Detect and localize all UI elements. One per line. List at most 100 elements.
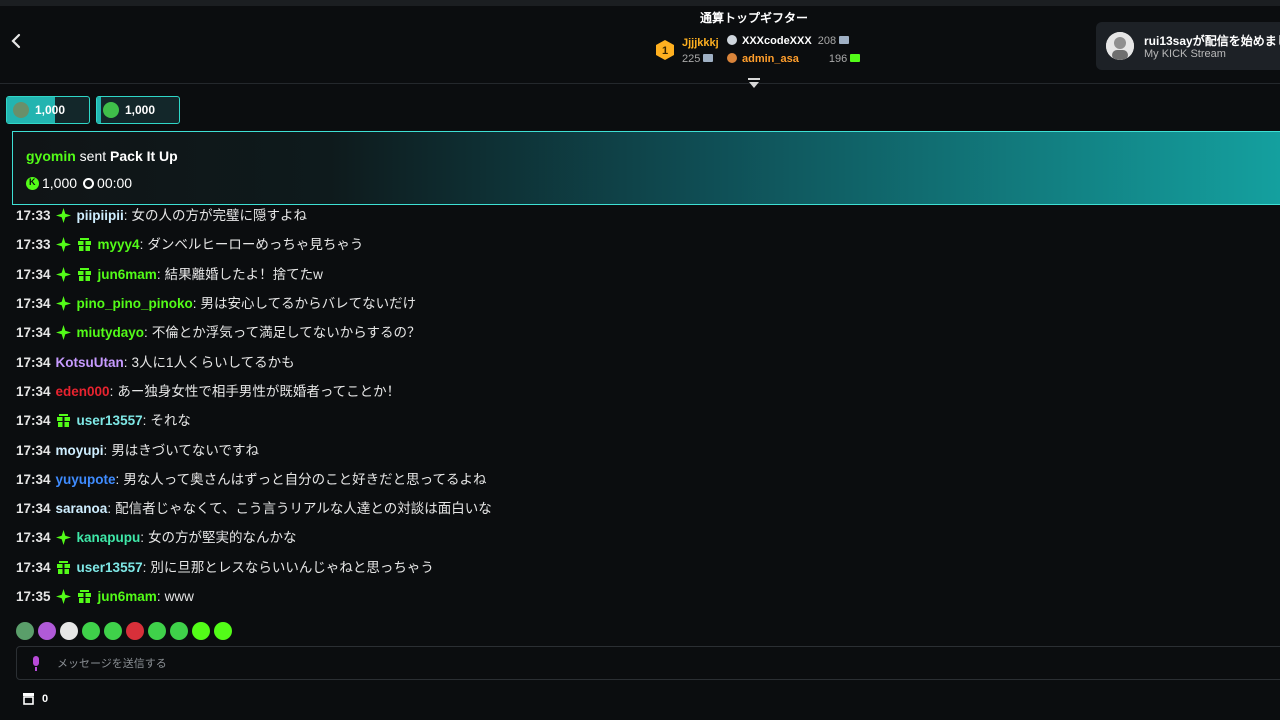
chat-username[interactable]: saranoa [56,494,108,523]
message-text: 男な人って奥さんはずっと自分のこと好きだと思ってるよね [123,471,487,487]
message-text: 不倫とか浮気って満足してないからするの？ [151,325,421,341]
chat-username[interactable]: yuyupote [56,465,116,494]
message-text: 女の人の方が完璧に隠すよね [131,208,308,224]
emote-7-icon[interactable] [148,622,166,640]
gifter-name: admin_asa [742,53,799,65]
gift-sub-badge-icon [77,267,91,281]
gift-avatar-icon [103,102,119,118]
notification-subtitle: My KICK Stream [1144,48,1226,60]
sparkle-badge-icon [55,589,71,604]
username-separator: : [156,266,161,282]
top-gifter-count-value: 225 [682,53,701,65]
gifter-count: 196 [828,53,848,65]
top-gifter-count: 225 [682,53,714,65]
clock-icon [83,177,95,189]
gift-banner-meta: 1,000 00:00 [26,175,132,191]
username-separator: : [107,501,112,517]
chat-username[interactable]: moyupi [56,436,104,465]
chat-message: 17:34 KotsuUtan:3人に1人くらいしてるかも [16,347,1256,376]
message-timestamp: 17:33 [16,237,51,253]
gift-avatar-icon [13,102,29,118]
emote-1-icon[interactable] [16,622,34,640]
chat-username[interactable]: piipiipii [77,201,124,230]
chat-username[interactable]: user13557 [77,406,143,435]
message-timestamp: 17:34 [16,442,51,458]
stream-start-notification[interactable]: rui13sayが配信を始めました My KICK Stream [1096,22,1280,70]
gift-icon [839,36,850,44]
chat-message: 17:34 moyupi: 男はきづいてないですね [16,435,1256,464]
username-separator: : [139,237,144,253]
chat-username[interactable]: eden000 [56,377,110,406]
chat-username[interactable]: KotsuUtan [56,348,124,377]
message-timestamp: 17:34 [16,325,51,341]
gift-sub-badge-icon [56,560,70,574]
top-gifters-title: 通算トップギフター [699,11,808,25]
message-timestamp: 17:34 [16,501,51,517]
top-gifter-name: Jjjjkkkj [682,37,719,49]
username-separator: : [103,442,108,458]
chat-username[interactable]: miutydayo [77,318,145,347]
sparkle-badge-icon [55,325,71,341]
gifter-row-2[interactable]: XXXcodeXXX 208 [727,35,850,51]
username-separator: : [142,559,147,575]
gift-sub-badge-icon [56,414,70,428]
tab-progress [97,97,101,123]
gift-sub-badge-icon [77,238,91,252]
message-timestamp: 17:34 [16,354,51,370]
chat-message: 17:33 piipiipii: 女の人の方が完璧に隠すよね [16,201,1256,230]
chat-message: 17:35 jun6mam: www [16,582,1256,611]
sparkle-badge-icon [55,237,71,253]
emote-3-icon[interactable] [60,622,78,640]
chat-username[interactable]: pino_pino_pinoko [77,289,193,318]
gift-banner-message: gyomin sent Pack It Up [26,148,178,164]
tab-value: 1,000 [125,103,156,117]
chat-message: 17:34 eden000: あー独身女性で相手男性が既婚者ってことか！ [16,377,1256,406]
chat-username[interactable]: myyy4 [98,230,140,259]
expand-down-icon[interactable] [747,77,761,89]
top-gifter-rank: 1 [662,45,668,57]
message-input[interactable] [55,647,1259,681]
bronze-medal-icon [727,53,737,63]
emote-6-icon[interactable] [126,622,144,640]
gift-sender[interactable]: gyomin [26,148,76,164]
emote-8-icon[interactable] [170,622,188,640]
chat-username[interactable]: jun6mam [98,260,157,289]
message-text: 別に旦那とレスならいいんじゃねと思っちゃう [150,559,434,575]
pinned-gift-tab-1[interactable]: 1,000 [6,96,90,124]
gifter-row-3[interactable]: admin_asa 196 [727,53,861,69]
message-text: 男は安心してるからバレてないだけ [200,296,417,312]
emote-9-icon[interactable] [192,622,210,640]
emote-5-icon[interactable] [104,622,122,640]
silver-medal-icon [727,35,737,45]
chat-message: 17:34 jun6mam: 結果離婚したよ！捨てたw [16,260,1256,289]
emote-2-icon[interactable] [38,622,56,640]
gifter-count: 208 [817,35,837,47]
store-button[interactable]: 0 [22,692,48,705]
back-button[interactable] [6,30,26,52]
chat-username[interactable]: jun6mam [98,582,157,611]
kick-coin-icon [26,176,39,190]
chat-message: 17:34 user13557: 別に旦那とレスならいいんじゃねと思っちゃう [16,553,1256,582]
gift-banner[interactable]: gyomin sent Pack It Up 1,000 00:00 [12,131,1280,205]
message-text: ダンベルヒーローめっちゃ見ちゃう [147,237,364,253]
chat-message: 17:34 miutydayo: 不倫とか浮気って満足してないからするの？ [16,318,1256,347]
chevron-left-icon [11,33,21,49]
chat-username[interactable]: user13557 [77,553,143,582]
username-separator: : [140,530,145,546]
emote-4-icon[interactable] [82,622,100,640]
message-timestamp: 17:34 [16,266,51,282]
username-separator: : [109,383,114,399]
pinned-gift-tab-2[interactable]: 1,000 [96,96,180,124]
gift-name: Pack It Up [110,148,178,164]
microphone-icon[interactable] [31,656,41,671]
username-separator: : [123,208,128,224]
avatar-icon [1106,32,1134,60]
emote-10-icon[interactable] [214,622,232,640]
username-separator: : [192,296,197,312]
chat-username[interactable]: kanapupu [77,523,141,552]
message-timestamp: 17:34 [16,413,51,429]
chat-input-box[interactable] [16,646,1280,681]
message-text: 配信者じゃなくて、こう言うリアルな人達との対談は面白いな [115,501,492,517]
message-timestamp: 17:35 [16,589,51,604]
sparkle-badge-icon [55,530,71,546]
